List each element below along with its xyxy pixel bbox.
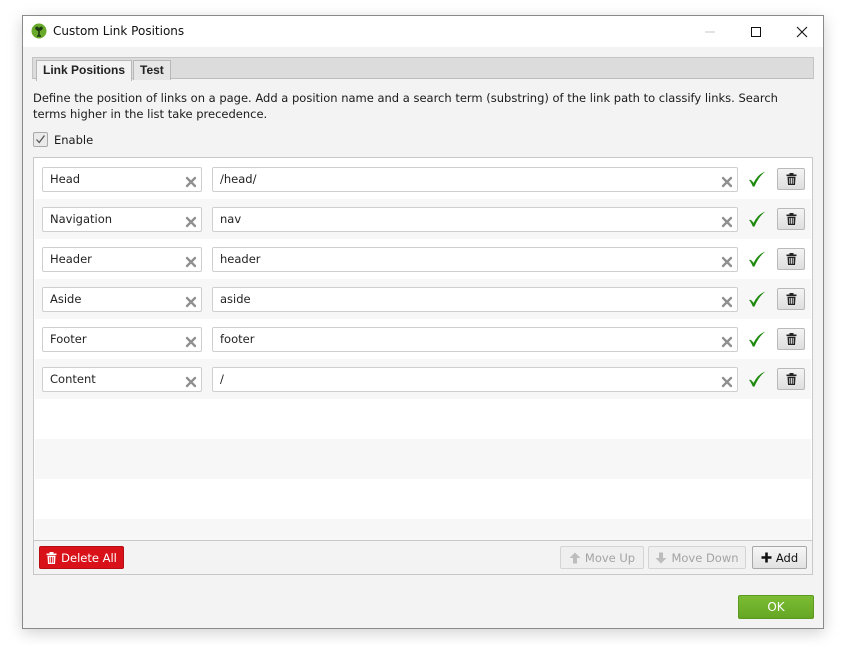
clear-term-icon[interactable] — [721, 173, 733, 188]
delete-row-button[interactable] — [777, 248, 805, 270]
clear-name-icon[interactable] — [185, 373, 197, 388]
clear-name-icon[interactable] — [185, 173, 197, 188]
tab-test[interactable]: Test — [133, 60, 171, 80]
position-name-value: Head — [50, 172, 81, 186]
search-term-value: header — [220, 252, 261, 266]
search-term-value: / — [220, 372, 224, 386]
trash-icon — [786, 213, 797, 225]
trash-icon — [786, 293, 797, 305]
position-name-input[interactable]: Navigation — [42, 207, 202, 232]
delete-row-button[interactable] — [777, 368, 805, 390]
maximize-icon — [751, 26, 761, 37]
clear-name-icon[interactable] — [185, 333, 197, 348]
position-row: Header header — [35, 239, 811, 279]
minimize-button[interactable] — [687, 16, 733, 47]
enable-option[interactable]: Enable — [33, 132, 93, 147]
clear-name-icon[interactable] — [185, 293, 197, 308]
ok-button[interactable]: OK — [738, 595, 814, 619]
trash-icon — [46, 551, 57, 564]
position-row: Head/head/ — [35, 159, 811, 199]
enable-label: Enable — [54, 132, 94, 147]
empty-row — [35, 479, 811, 519]
search-term-input[interactable]: header — [212, 247, 738, 272]
clear-term-icon[interactable] — [721, 213, 733, 228]
search-term-input[interactable]: /head/ — [212, 167, 738, 192]
delete-row-button[interactable] — [777, 328, 805, 350]
clear-name-icon[interactable] — [185, 253, 197, 268]
positions-list: Head/head/Navigation nav Header header Aside… — [35, 159, 811, 541]
description-text: Define the position of links on a page. … — [33, 91, 778, 121]
position-name-input[interactable]: Aside — [42, 287, 202, 312]
position-name-input[interactable]: Footer — [42, 327, 202, 352]
minimize-icon — [705, 31, 715, 32]
position-row: Content / — [35, 359, 811, 399]
search-term-value: nav — [220, 212, 242, 226]
delete-row-button[interactable] — [777, 288, 805, 310]
clear-term-icon[interactable] — [721, 293, 733, 308]
search-term-value: /head/ — [220, 172, 257, 186]
move-down-button[interactable]: Move Down — [648, 546, 746, 569]
position-name-input[interactable]: Head — [42, 167, 202, 192]
add-label: Add — [775, 550, 799, 565]
clear-name-icon[interactable] — [185, 213, 197, 228]
position-row: Aside aside — [35, 279, 811, 319]
valid-check-icon — [747, 250, 767, 268]
search-term-value: aside — [220, 292, 251, 306]
position-name-value: Header — [50, 252, 92, 266]
trash-icon — [786, 373, 797, 385]
tab-bar: Link Positions Test — [32, 57, 814, 81]
empty-row — [35, 519, 811, 541]
valid-check-icon — [747, 370, 767, 388]
move-down-label: Move Down — [671, 550, 739, 565]
add-button[interactable]: Add — [752, 546, 807, 569]
close-icon — [796, 26, 808, 37]
empty-row — [35, 399, 811, 439]
maximize-button[interactable] — [733, 16, 779, 47]
position-name-value: Content — [50, 372, 96, 386]
tab-link-positions[interactable]: Link Positions — [36, 60, 133, 81]
position-name-input[interactable]: Header — [42, 247, 202, 272]
move-up-label: Move Up — [584, 550, 636, 565]
delete-row-button[interactable] — [777, 168, 805, 190]
empty-row — [35, 439, 811, 479]
valid-check-icon — [747, 170, 767, 188]
arrow-down-icon — [655, 552, 667, 563]
title-bar: Custom Link Positions — [23, 16, 823, 47]
clear-term-icon[interactable] — [721, 333, 733, 348]
search-term-input[interactable]: aside — [212, 287, 738, 312]
search-term-input[interactable]: footer — [212, 327, 738, 352]
position-row: Navigation nav — [35, 199, 811, 239]
window-title: Custom Link Positions — [53, 24, 185, 38]
position-name-value: Navigation — [50, 212, 113, 226]
search-term-input[interactable]: / — [212, 367, 738, 392]
arrow-up-icon — [569, 552, 581, 563]
enable-checkbox[interactable] — [33, 132, 48, 147]
valid-check-icon — [747, 330, 767, 348]
clear-term-icon[interactable] — [721, 253, 733, 268]
valid-check-icon — [747, 290, 767, 308]
list-toolbar: Delete All Move Up Move Down Add — [34, 540, 812, 574]
delete-row-button[interactable] — [777, 208, 805, 230]
app-logo-icon — [31, 23, 47, 39]
search-term-value: footer — [220, 332, 255, 346]
move-up-button[interactable]: Move Up — [560, 546, 644, 569]
clear-term-icon[interactable] — [721, 373, 733, 388]
position-name-value: Footer — [50, 332, 87, 346]
checkmark-icon — [36, 135, 46, 144]
position-name-input[interactable]: Content — [42, 367, 202, 392]
trash-icon — [786, 173, 797, 185]
search-term-input[interactable]: nav — [212, 207, 738, 232]
close-button[interactable] — [779, 16, 825, 47]
delete-all-button[interactable]: Delete All — [39, 546, 124, 569]
positions-list-panel: Head/head/Navigation nav Header header Aside… — [33, 157, 813, 575]
plus-icon — [761, 552, 772, 563]
position-name-value: Aside — [50, 292, 82, 306]
dialog-window: Custom Link Positions Link Positions Tes… — [22, 15, 824, 629]
trash-icon — [786, 253, 797, 265]
delete-all-label: Delete All — [61, 550, 117, 565]
valid-check-icon — [747, 210, 767, 228]
position-row: Footer footer — [35, 319, 811, 359]
trash-icon — [786, 333, 797, 345]
